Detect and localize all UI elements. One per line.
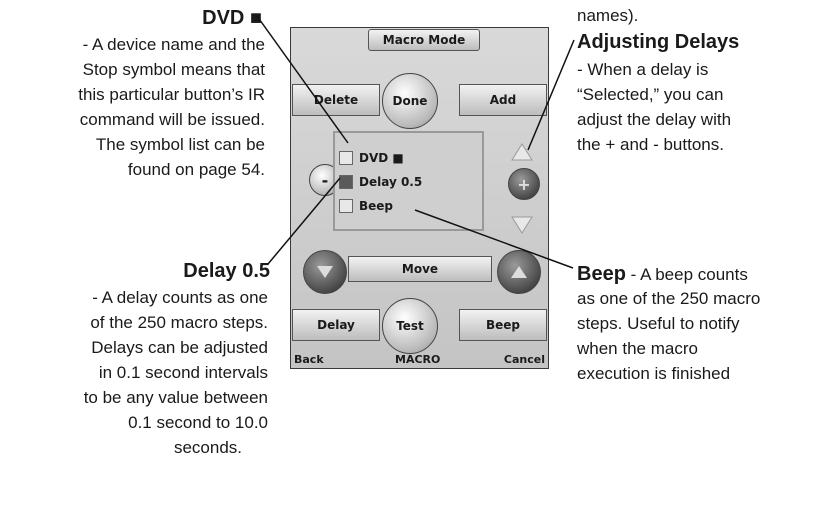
callout-lines [256, 15, 575, 269]
delay-callout-line [267, 177, 341, 265]
beep-callout-line [414, 209, 574, 269]
adjust-callout-line [527, 39, 575, 151]
dvd-callout-line [256, 15, 349, 144]
